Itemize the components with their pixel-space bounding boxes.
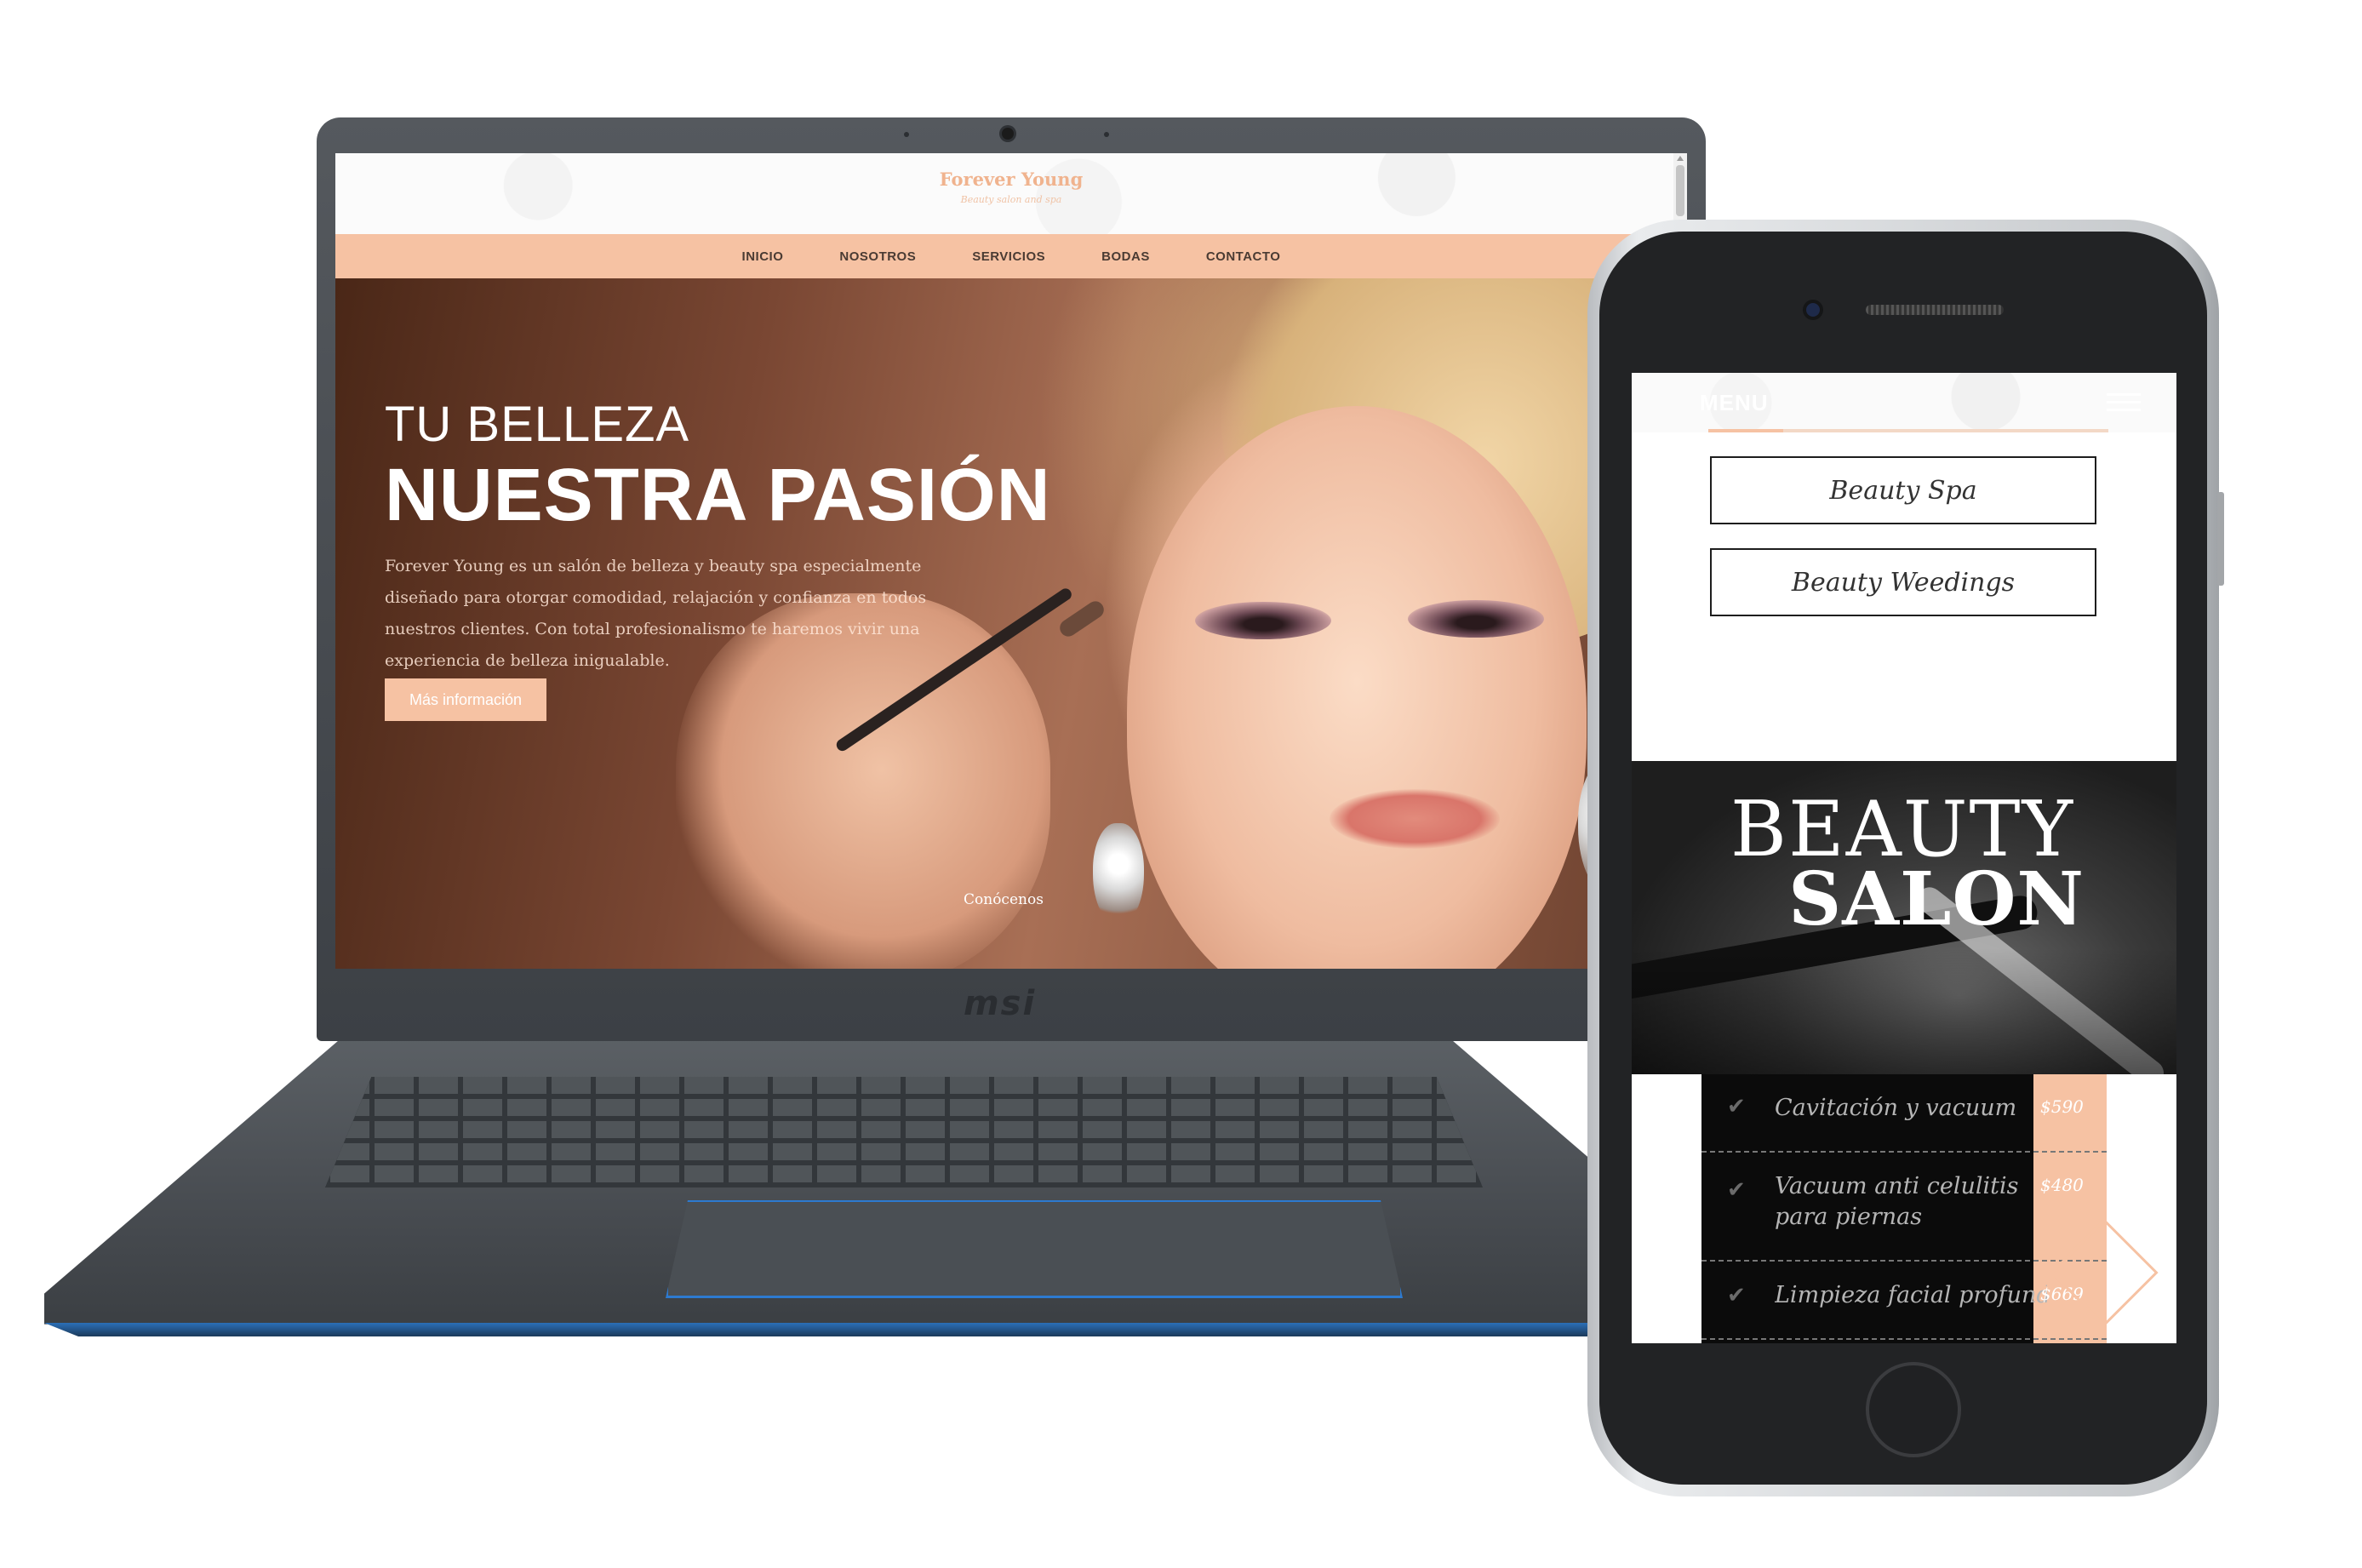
phone-body: MENU Beauty Spa Beauty Weedings BEAUTY S… [1587, 220, 2224, 1496]
beauty-weddings-button[interactable]: Beauty Weedings [1710, 548, 2096, 616]
webcam-icon [1002, 128, 1014, 140]
beauty-spa-button[interactable]: Beauty Spa [1710, 456, 2096, 524]
service-name: Vacuum anti celulitis para piernas [1775, 1173, 2019, 1230]
nav-inicio[interactable]: INICIO [742, 249, 784, 264]
site-logo[interactable]: Forever Young [335, 169, 1687, 190]
service-name: Limpieza facial profunda [1775, 1282, 2047, 1308]
hero-banner: TU BELLEZA NUESTRA PASIÓN Forever Young … [335, 278, 1687, 969]
laptop-screen: Forever Young Beauty salon and spa INICI… [335, 153, 1687, 969]
service-row[interactable]: ✔ Cavitación y vacuum $590 [1701, 1074, 2107, 1153]
laptop-edge [44, 1323, 1747, 1336]
banner-shade [1632, 948, 2176, 1074]
front-camera-icon [1806, 303, 1820, 317]
site-tagline: Beauty salon and spa [960, 194, 1062, 205]
phone-side-button [2217, 492, 2224, 586]
services-list: ✔ Cavitación y vacuum $590 ✔ Vacuum anti… [1701, 1074, 2107, 1343]
service-price: $480 [2040, 1175, 2084, 1195]
hero-description: Forever Young es un salón de belleza y b… [385, 557, 927, 670]
more-info-button[interactable]: Más información [385, 678, 546, 721]
main-nav: INICIO NOSOTROS SERVICIOS BODAS CONTACTO [335, 234, 1687, 278]
header-accent [1708, 429, 1783, 432]
hero-title-line1: TU BELLEZA [385, 397, 690, 452]
nav-contacto[interactable]: CONTACTO [1206, 249, 1281, 264]
banner-title-line2: SALON [1788, 856, 2085, 942]
mobile-menu-label[interactable]: MENU [1700, 390, 1769, 416]
hero-image-brush-tip [1056, 598, 1107, 640]
check-icon: ✔ [1727, 1282, 1746, 1308]
laptop-keyboard [325, 1077, 1483, 1187]
scrollbar-thumb[interactable] [1676, 165, 1684, 216]
hero-image-earring [1093, 823, 1144, 925]
laptop-base [44, 1030, 1747, 1336]
check-icon: ✔ [1727, 1093, 1746, 1119]
hero-image-eye [1408, 600, 1544, 638]
site-header: Forever Young Beauty salon and spa [335, 153, 1687, 234]
laptop-lid: Forever Young Beauty salon and spa INICI… [317, 117, 1706, 1041]
home-button [1866, 1362, 1961, 1457]
service-row[interactable]: ✔ Vacuum anti celulitis para piernas $48… [1701, 1153, 2107, 1262]
mobile-header: MENU [1632, 373, 2176, 432]
service-name: Cavitación y vacuum [1775, 1095, 2017, 1121]
sensor-icon [904, 132, 909, 137]
service-row[interactable]: ✔ Limpieza facial profunda $669 [1701, 1262, 2107, 1340]
conocenos-link[interactable]: Conócenos [964, 891, 1044, 908]
laptop-touchpad [666, 1200, 1403, 1298]
check-icon: ✔ [1727, 1176, 1746, 1202]
speaker-grille [1866, 305, 2004, 315]
header-accent [1783, 429, 2108, 432]
hero-title-line2: NUESTRA PASIÓN [385, 454, 1051, 536]
phone-screen: MENU Beauty Spa Beauty Weedings BEAUTY S… [1632, 373, 2176, 1343]
beauty-salon-banner: BEAUTY SALON [1632, 761, 2176, 1074]
scroll-up-icon[interactable] [1677, 156, 1684, 161]
hamburger-icon[interactable] [2107, 393, 2141, 412]
nav-bodas[interactable]: BODAS [1101, 249, 1150, 264]
sensor-icon [1104, 132, 1109, 137]
hero-image-eye [1195, 602, 1331, 639]
msi-logo: msi [964, 984, 1037, 1023]
nav-nosotros[interactable]: NOSOTROS [839, 249, 916, 264]
hero-image-lips [1330, 789, 1500, 849]
nav-servicios[interactable]: SERVICIOS [972, 249, 1045, 264]
service-price: $590 [2040, 1096, 2084, 1117]
